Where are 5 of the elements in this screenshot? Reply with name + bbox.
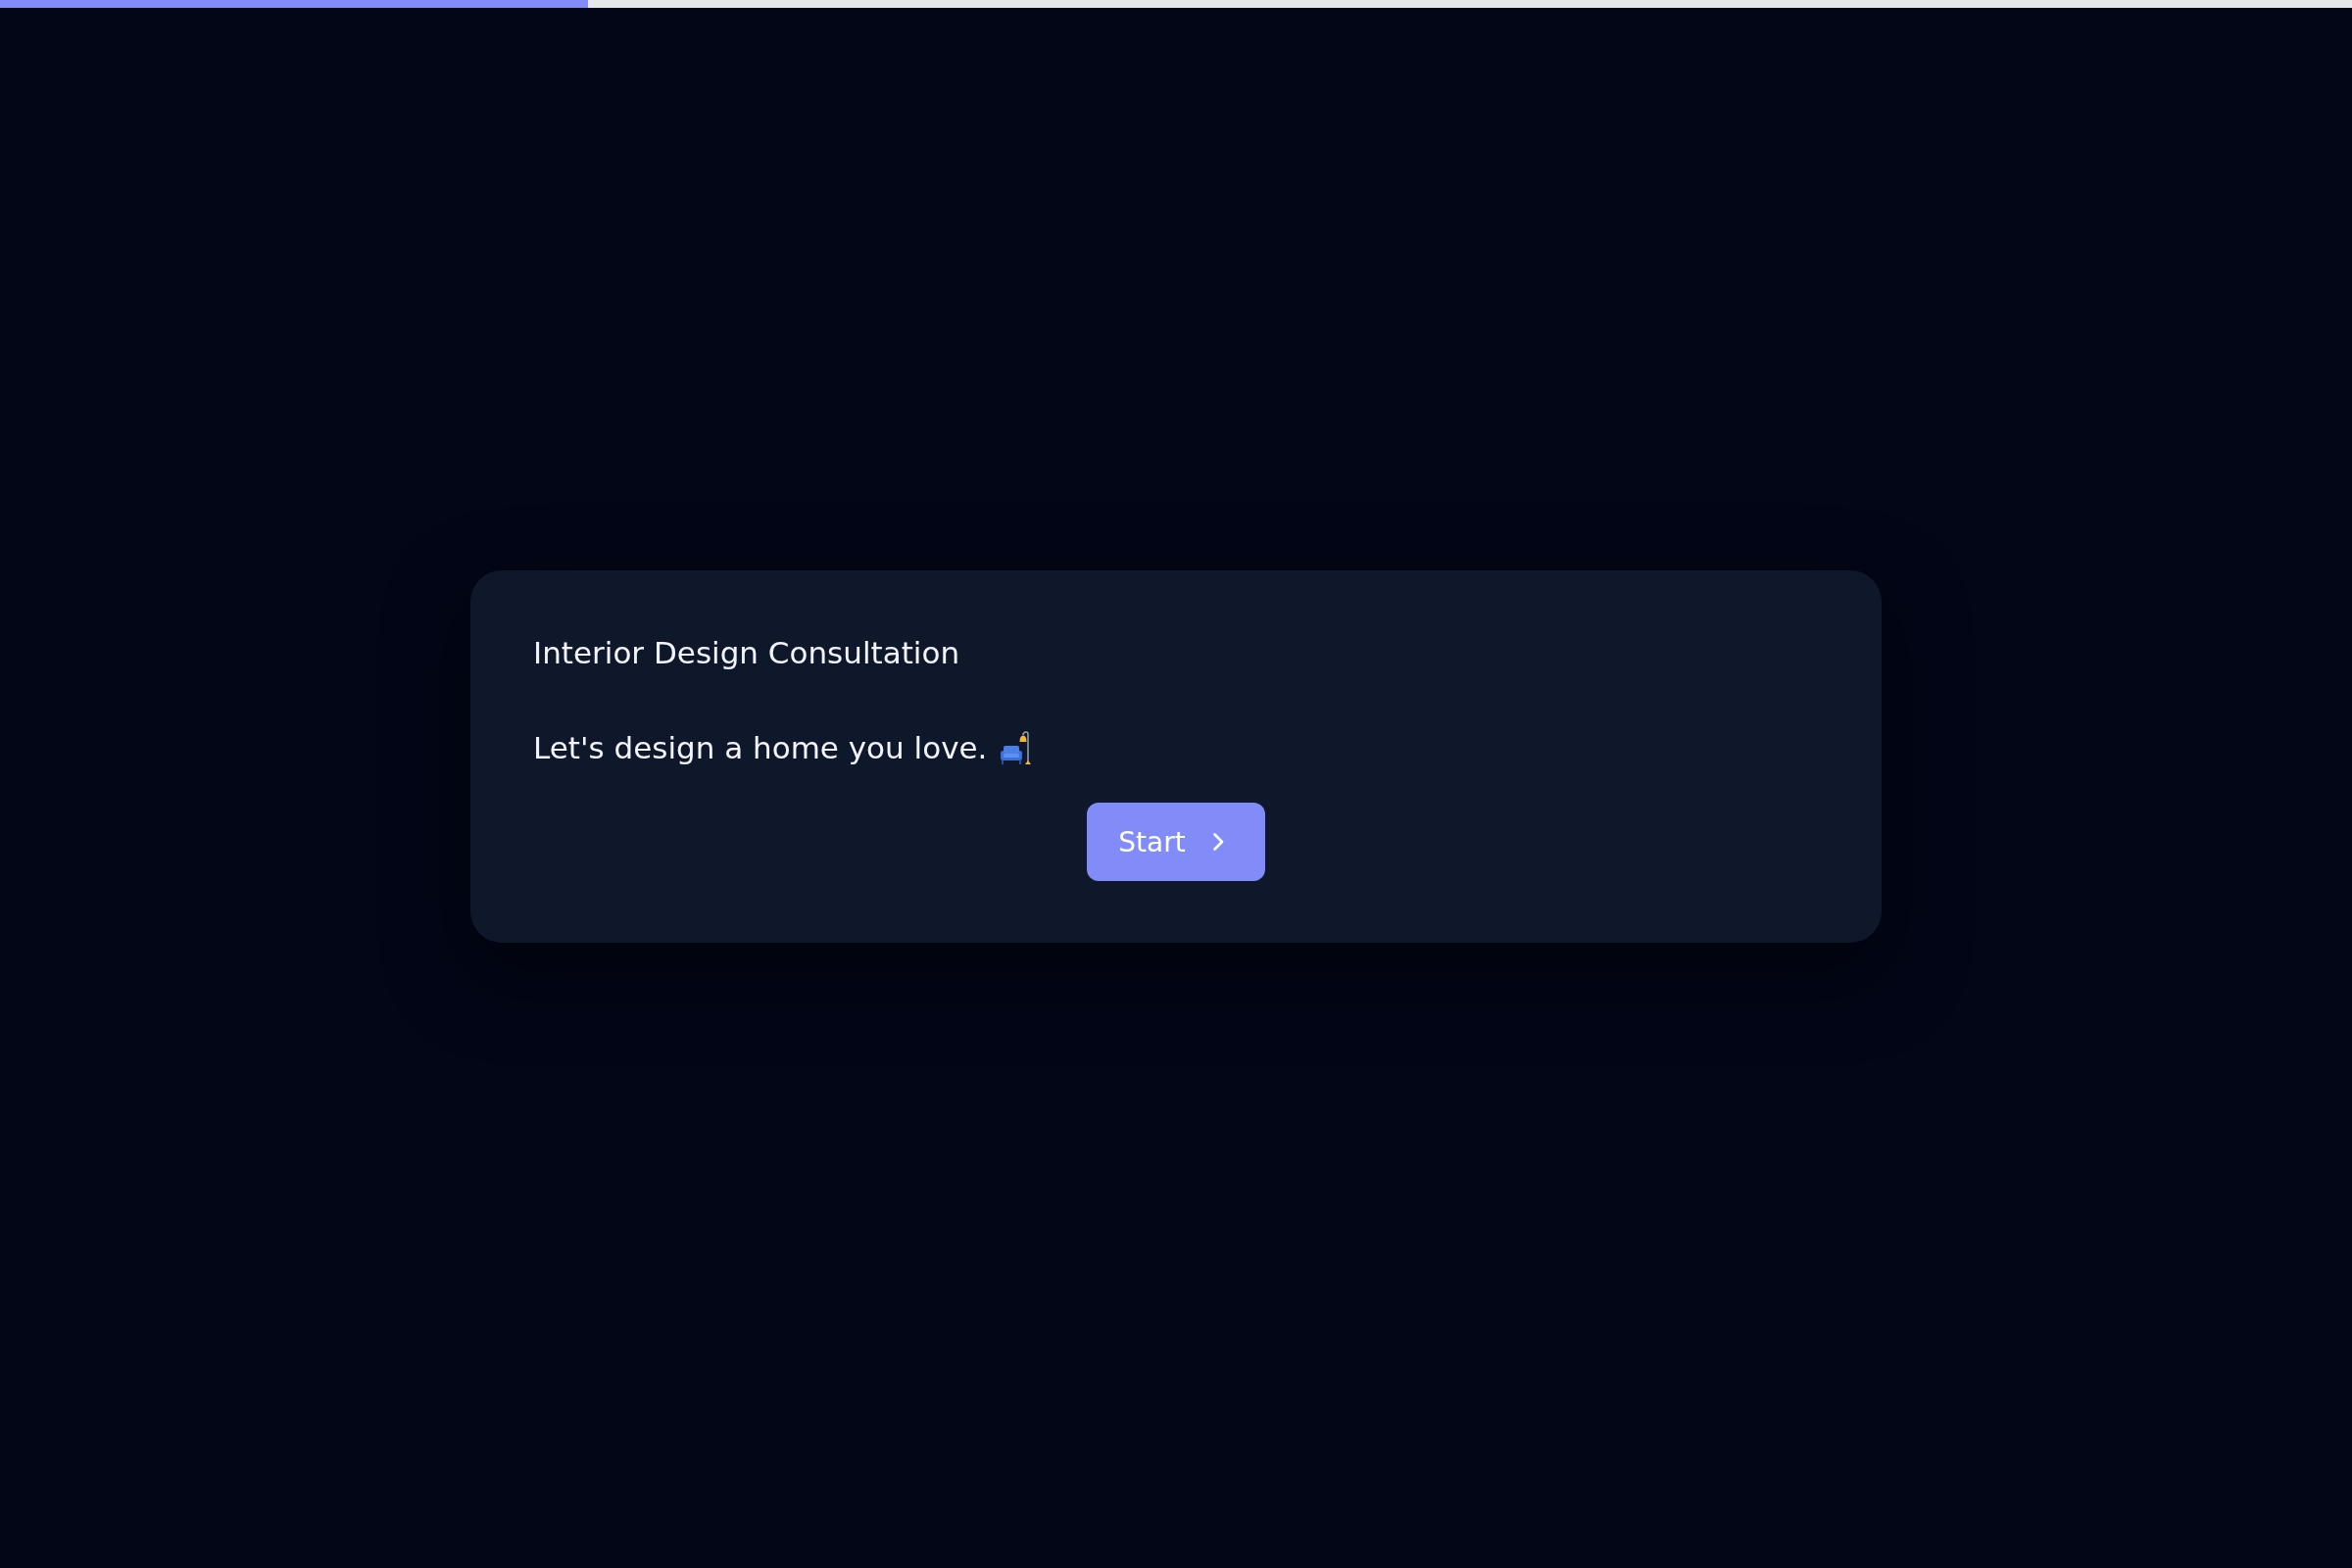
- start-button[interactable]: Start: [1087, 803, 1265, 881]
- chevron-right-icon: [1212, 833, 1224, 851]
- card-title: Interior Design Consultation: [533, 634, 961, 672]
- couch-lamp-icon: [1001, 731, 1033, 764]
- welcome-message: Let's design a home you love.: [533, 729, 988, 767]
